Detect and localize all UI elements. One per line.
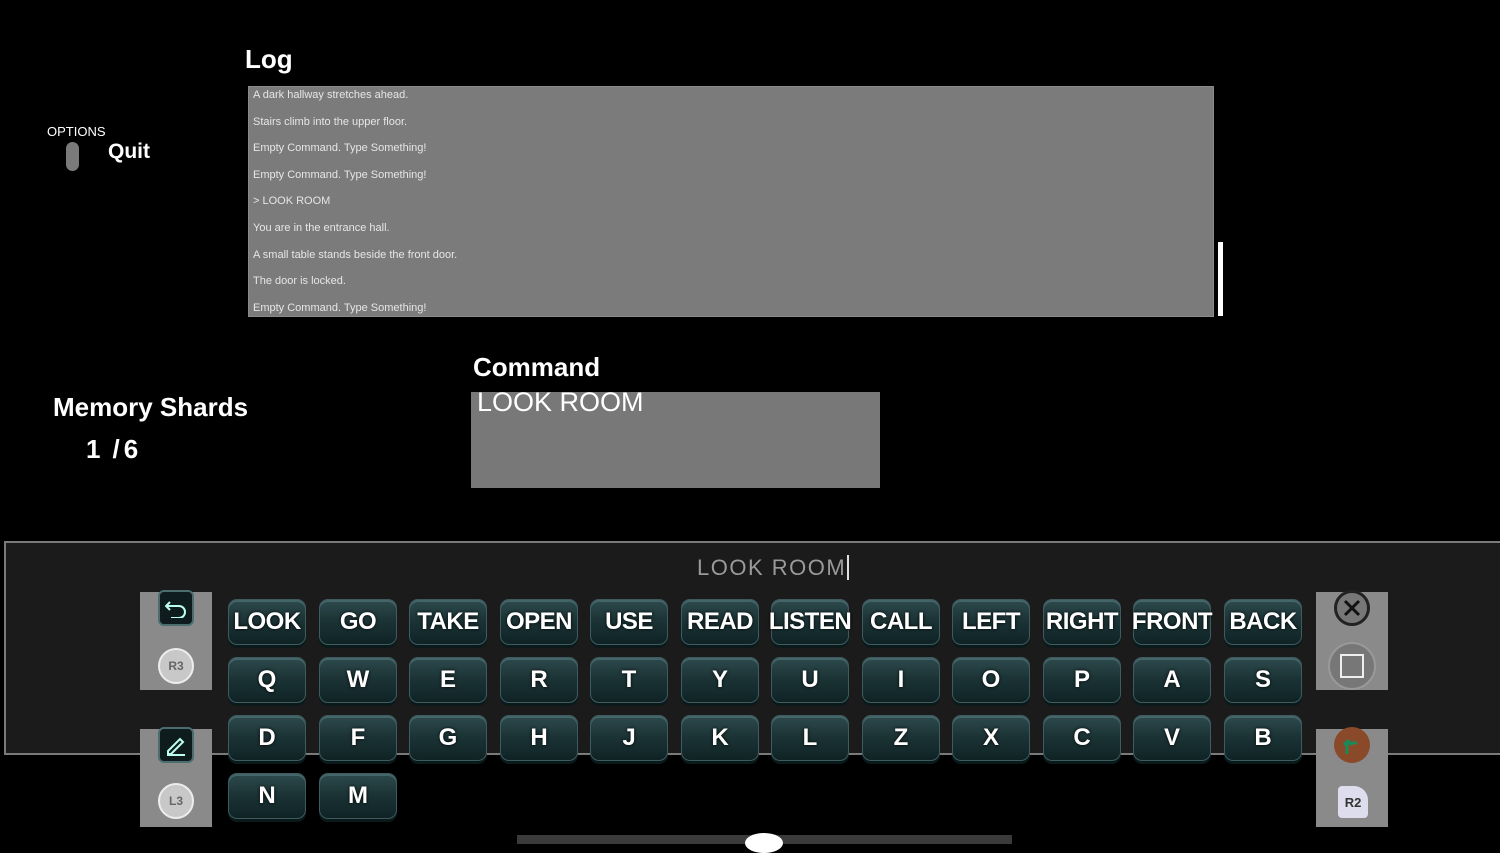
keyboard-input-value: LOOK ROOM: [697, 555, 847, 580]
r2-button-icon[interactable]: R2: [1338, 786, 1368, 818]
undo-icon[interactable]: [158, 590, 194, 626]
enter-arrow-icon[interactable]: [1334, 727, 1370, 763]
quit-label[interactable]: Quit: [108, 140, 150, 164]
options-label: OPTIONS: [47, 124, 106, 139]
key-call[interactable]: CALL: [862, 599, 940, 645]
keyboard-input-field[interactable]: LOOK ROOM: [697, 555, 850, 581]
right-control-panel-top: [1316, 590, 1388, 690]
cross-button-icon[interactable]: [1334, 590, 1370, 626]
key-read[interactable]: READ: [681, 599, 759, 645]
key-f[interactable]: F: [319, 715, 397, 761]
key-i[interactable]: I: [862, 657, 940, 703]
key-open[interactable]: OPEN: [500, 599, 578, 645]
key-l[interactable]: L: [771, 715, 849, 761]
command-value: LOOK ROOM: [477, 387, 644, 417]
key-z[interactable]: Z: [862, 715, 940, 761]
right-control-panel-bottom: R2: [1316, 727, 1388, 827]
key-take[interactable]: TAKE: [409, 599, 487, 645]
log-title: Log: [245, 44, 293, 74]
key-a[interactable]: A: [1133, 657, 1211, 703]
key-w[interactable]: W: [319, 657, 397, 703]
memory-shards-label: Memory Shards: [53, 392, 249, 422]
key-q[interactable]: Q: [228, 657, 306, 703]
log-scrollbar[interactable]: [1218, 242, 1223, 316]
key-back[interactable]: BACK: [1224, 599, 1302, 645]
key-b[interactable]: B: [1224, 715, 1302, 761]
log-panel[interactable]: A dark hallway stretches ahead. Stairs c…: [248, 86, 1214, 317]
enter-arrow-glyph: [1342, 738, 1357, 754]
command-title: Command: [473, 352, 601, 382]
command-input[interactable]: LOOK ROOM: [471, 387, 880, 488]
memory-shards-separator: /: [112, 434, 120, 464]
cross-glyph: [1343, 599, 1361, 617]
log-line: The door is locked.: [253, 275, 346, 287]
log-line: > LOOK ROOM: [253, 195, 331, 207]
left-control-panel-bottom: L3: [140, 727, 212, 827]
key-go[interactable]: GO: [319, 599, 397, 645]
key-right[interactable]: RIGHT: [1043, 599, 1121, 645]
key-m[interactable]: M: [319, 773, 397, 819]
key-y[interactable]: Y: [681, 657, 759, 703]
log-line: You are in the entrance hall.: [253, 222, 390, 234]
edit-icon[interactable]: [158, 727, 194, 763]
bottom-knob[interactable]: [745, 833, 783, 853]
memory-shards-current: 1: [86, 434, 101, 464]
key-front[interactable]: FRONT: [1132, 599, 1213, 645]
log-line: Empty Command. Type Something!: [253, 169, 427, 181]
log-line: A small table stands beside the front do…: [253, 249, 458, 261]
key-n[interactable]: N: [228, 773, 306, 819]
key-o[interactable]: O: [952, 657, 1030, 703]
key-v[interactable]: V: [1133, 715, 1211, 761]
r3-stick-icon[interactable]: R3: [158, 648, 194, 684]
key-s[interactable]: S: [1224, 657, 1302, 703]
key-c[interactable]: C: [1043, 715, 1121, 761]
key-left[interactable]: LEFT: [952, 599, 1030, 645]
key-j[interactable]: J: [590, 715, 668, 761]
key-listen[interactable]: LISTEN: [769, 599, 852, 645]
key-x[interactable]: X: [952, 715, 1030, 761]
key-e[interactable]: E: [409, 657, 487, 703]
l3-stick-icon[interactable]: L3: [158, 783, 194, 819]
quit-toggle[interactable]: [66, 142, 79, 171]
memory-shards-count: 1 /6: [86, 434, 138, 465]
square-button-icon[interactable]: [1328, 642, 1376, 690]
log-line: A dark hallway stretches ahead.: [253, 89, 409, 101]
text-caret: [847, 555, 850, 580]
log-line: Empty Command. Type Something!: [253, 142, 427, 154]
key-t[interactable]: T: [590, 657, 668, 703]
left-control-panel-top: R3: [140, 590, 212, 690]
key-use[interactable]: USE: [590, 599, 668, 645]
key-k[interactable]: K: [681, 715, 759, 761]
log-line: Empty Command. Type Something!: [253, 302, 427, 314]
key-look[interactable]: LOOK: [228, 599, 306, 645]
log-line: Stairs climb into the upper floor.: [253, 116, 408, 128]
edit-icon-glyph: [167, 737, 185, 756]
key-u[interactable]: U: [771, 657, 849, 703]
memory-shards-total: 6: [123, 434, 139, 464]
undo-icon-glyph: [165, 601, 186, 618]
key-h[interactable]: H: [500, 715, 578, 761]
key-p[interactable]: P: [1043, 657, 1121, 703]
key-r[interactable]: R: [500, 657, 578, 703]
key-d[interactable]: D: [228, 715, 306, 761]
key-g[interactable]: G: [409, 715, 487, 761]
